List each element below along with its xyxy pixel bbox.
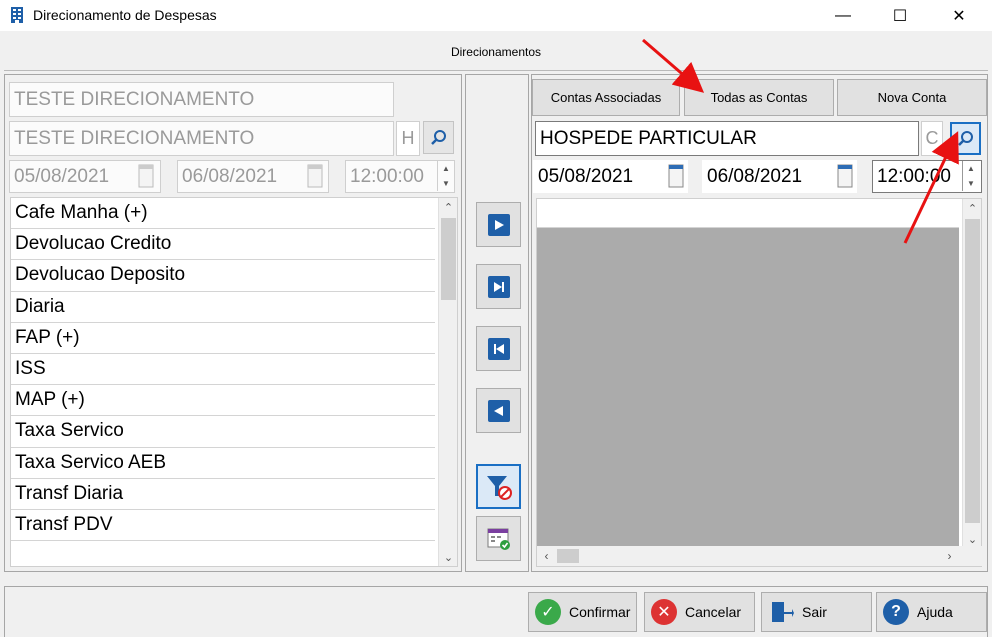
close-button[interactable]: ✕: [936, 0, 982, 31]
list-item[interactable]: ISS: [11, 354, 435, 386]
play-right-icon: [487, 213, 510, 236]
list-item[interactable]: Transf PDV: [11, 510, 435, 542]
tab-new-account[interactable]: Nova Conta: [837, 79, 987, 116]
clear-filter-button[interactable]: [476, 464, 521, 509]
list-item[interactable]: Transf Diaria: [11, 479, 435, 510]
list-item[interactable]: Taxa Servico: [11, 416, 435, 448]
header-band: Direcionamentos: [4, 31, 988, 71]
target-date-from[interactable]: 05/08/2021: [533, 160, 688, 193]
scroll-thumb[interactable]: [441, 218, 456, 300]
transfer-buttons-panel: [465, 74, 529, 572]
close-icon: ✕: [952, 7, 966, 25]
list-item[interactable]: Devolucao Credito: [11, 229, 435, 261]
calendar-icon[interactable]: [136, 161, 156, 191]
time-spinner[interactable]: ▲ ▼: [437, 161, 454, 191]
calendar-check-button[interactable]: [476, 516, 521, 561]
confirm-button[interactable]: ✓ Confirmar: [528, 592, 637, 632]
filter-clear-icon: [486, 475, 512, 500]
confirm-label: Confirmar: [569, 604, 631, 620]
scroll-left-icon[interactable]: ‹: [537, 546, 556, 566]
tab-associated-accounts[interactable]: Contas Associadas: [532, 79, 680, 116]
list-item[interactable]: Diaria: [11, 292, 435, 323]
grid-empty-area: [537, 228, 959, 547]
account-panel: Contas Associadas Todas as Contas Nova C…: [531, 74, 988, 572]
maximize-icon: ☐: [892, 7, 908, 25]
spin-down-icon[interactable]: ▼: [442, 179, 450, 188]
target-date-to[interactable]: 06/08/2021: [702, 160, 857, 193]
help-icon: ?: [883, 599, 909, 625]
scroll-right-icon[interactable]: ›: [940, 546, 959, 566]
scroll-up-icon[interactable]: ⌃: [963, 199, 982, 217]
grid-horizontal-scrollbar[interactable]: ‹ ›: [537, 546, 983, 566]
cancel-icon: ✕: [651, 599, 677, 625]
list-item[interactable]: Devolucao Deposito: [11, 260, 435, 292]
scroll-up-icon[interactable]: ⌃: [439, 198, 457, 216]
move-one-left-button[interactable]: [476, 388, 521, 433]
page-title: Direcionamentos: [450, 45, 542, 59]
footer-bar: ✓ Confirmar ✕ Cancelar Sair ? Ajuda: [4, 586, 988, 637]
cancel-label: Cancelar: [685, 604, 742, 620]
tab-all-accounts[interactable]: Todas as Contas: [684, 79, 834, 116]
expense-list: Cafe Manha (+) Devolucao Credito Devolucao…: [10, 197, 458, 567]
calendar-check-icon: [487, 528, 510, 550]
expense-panel: TESTE DIRECIONAMENTO TESTE DIRECIONAMENT…: [4, 74, 462, 572]
minimize-icon: —: [835, 6, 851, 24]
move-all-left-button[interactable]: [476, 326, 521, 371]
cancel-button[interactable]: ✕ Cancelar: [644, 592, 755, 632]
maximize-button[interactable]: ☐: [877, 0, 923, 31]
target-type-code: C: [921, 121, 943, 156]
source-account-field[interactable]: TESTE DIRECIONAMENTO: [9, 121, 394, 156]
calendar-icon[interactable]: [835, 161, 855, 191]
play-left-icon: [487, 399, 510, 422]
grid-vertical-scrollbar[interactable]: ⌃ ⌄: [962, 199, 981, 548]
exit-door-icon: [772, 602, 794, 622]
spin-up-icon[interactable]: ▲: [967, 164, 975, 173]
title-bar: Direcionamento de Despesas — ☐ ✕: [0, 0, 992, 31]
target-account-field[interactable]: HOSPEDE PARTICULAR: [535, 121, 919, 156]
source-type-code: H: [396, 121, 420, 156]
scroll-down-icon[interactable]: ⌄: [439, 548, 457, 566]
search-icon: [430, 129, 446, 145]
move-one-right-button[interactable]: [476, 202, 521, 247]
move-all-right-button[interactable]: [476, 264, 521, 309]
minimize-button[interactable]: —: [820, 0, 866, 31]
building-icon: [11, 7, 23, 23]
list-scrollbar[interactable]: ⌃ ⌄: [438, 198, 457, 566]
exit-button[interactable]: Sair: [761, 592, 872, 632]
grid-header: [537, 199, 959, 228]
search-icon: [957, 130, 973, 146]
accounts-grid: ⌃ ⌄ ‹ ›: [536, 198, 983, 567]
time-spinner[interactable]: ▲ ▼: [962, 161, 979, 191]
skip-right-icon: [487, 275, 510, 298]
list-item[interactable]: FAP (+): [11, 323, 435, 354]
spin-up-icon[interactable]: ▲: [442, 164, 450, 173]
help-label: Ajuda: [917, 604, 953, 620]
exit-label: Sair: [802, 604, 827, 620]
help-button[interactable]: ? Ajuda: [876, 592, 987, 632]
list-item[interactable]: Taxa Servico AEB: [11, 448, 435, 479]
list-item[interactable]: Cafe Manha (+): [11, 198, 435, 230]
scroll-thumb[interactable]: [965, 219, 980, 523]
calendar-icon[interactable]: [305, 161, 325, 191]
source-search-button[interactable]: [423, 121, 454, 154]
skip-left-icon: [487, 337, 510, 360]
check-icon: ✓: [535, 599, 561, 625]
calendar-icon[interactable]: [666, 161, 686, 191]
direction-name-field[interactable]: TESTE DIRECIONAMENTO: [9, 82, 394, 117]
spin-down-icon[interactable]: ▼: [967, 179, 975, 188]
list-item[interactable]: MAP (+): [11, 385, 435, 417]
scroll-thumb[interactable]: [557, 549, 579, 563]
window-title: Direcionamento de Despesas: [33, 7, 217, 23]
target-search-button[interactable]: [950, 122, 981, 155]
